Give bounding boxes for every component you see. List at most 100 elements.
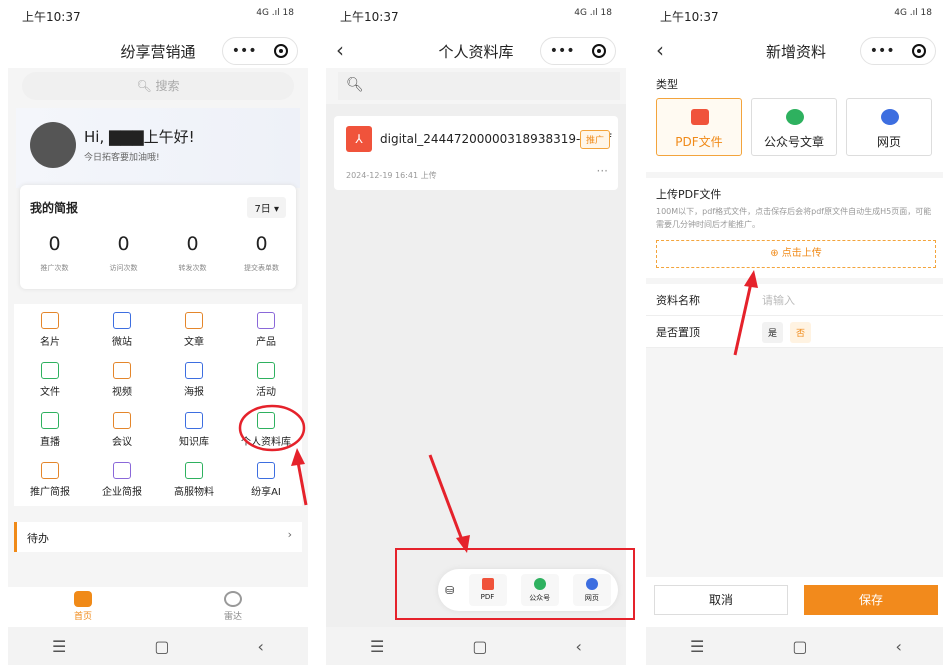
signal-icon: 4G .ıl 18 — [256, 8, 294, 18]
stat-item[interactable]: 0 提交表单数 — [232, 233, 292, 274]
promote-tag[interactable]: 推广 — [579, 130, 610, 149]
grid-item-company-report[interactable]: 企业简报 — [86, 460, 158, 500]
stat-item[interactable]: 0 转发次数 — [163, 233, 223, 274]
more-icon[interactable]: ••• — [232, 43, 257, 59]
search-input[interactable]: 🔍︎ — [338, 72, 620, 100]
cancel-button[interactable]: 取消 — [654, 585, 788, 615]
grid-label: 活动 — [256, 387, 276, 398]
phone-icon — [113, 312, 131, 329]
grid-label: 视频 — [112, 387, 132, 398]
page-title: 个人资料库 — [438, 42, 514, 61]
globe-icon — [881, 109, 899, 125]
status-time: 上午10:37 — [22, 10, 81, 24]
type-pdf-button[interactable]: PDF文件 — [656, 98, 742, 156]
menu-icon[interactable]: ☰ — [690, 637, 704, 656]
upload-button[interactable]: ⊕ 点击上传 — [656, 240, 936, 268]
grid-label: 会议 — [112, 437, 132, 448]
mini-program-capsule[interactable]: ••• — [540, 37, 616, 65]
tab-home[interactable]: 首页 — [73, 591, 92, 627]
more-icon[interactable]: ••• — [550, 43, 575, 59]
grid-label: 企业简报 — [102, 487, 142, 498]
wechat-icon — [786, 109, 804, 125]
meeting-icon — [113, 412, 131, 429]
more-icon[interactable]: ··· — [597, 164, 608, 178]
grid-item-event[interactable]: 活动 — [230, 360, 302, 400]
stat-label: 推广次数 — [40, 264, 69, 272]
type-label: 类型 — [656, 78, 678, 91]
grid-item-file[interactable]: 文件 — [14, 360, 86, 400]
type-section: 类型 PDF文件 公众号文章 网页 — [646, 68, 943, 172]
back-icon[interactable]: ‹ — [656, 38, 664, 62]
grid-item-poster[interactable]: 海报 — [158, 360, 230, 400]
more-icon[interactable]: ••• — [870, 43, 895, 59]
grid-label: 名片 — [40, 337, 60, 348]
pin-yes-option[interactable]: 是 — [762, 322, 784, 343]
system-nav-bar: ☰ ▢ ‹ — [646, 627, 943, 665]
type-web-button[interactable]: 网页 — [846, 98, 932, 156]
grid-item-knowledge[interactable]: 知识库 — [158, 410, 230, 450]
grid-item-video[interactable]: 视频 — [86, 360, 158, 400]
back-icon[interactable]: ‹ — [336, 38, 344, 62]
tab-bar: 首页 雷达 — [8, 587, 308, 627]
close-target-icon[interactable] — [912, 44, 927, 58]
grid-label: 高服物料 — [174, 487, 214, 498]
menu-icon[interactable]: ☰ — [370, 637, 384, 656]
chevron-right-icon: › — [287, 528, 292, 541]
grid-item-article[interactable]: 文章 — [158, 310, 230, 350]
save-button[interactable]: 保存 — [804, 585, 938, 615]
upload-hint: 100M以下，pdf格式文件，点击保存后会将pdf原文件自动生成H5页面，可能需… — [656, 207, 932, 229]
grid-item-ai[interactable]: 纷享AI — [230, 460, 302, 500]
name-field-row: 资料名称 请输入 — [646, 284, 943, 316]
file-card[interactable]: ⅄ digital_24447200000318938319-1.pdf 推广 … — [334, 116, 618, 190]
avatar[interactable] — [30, 122, 76, 168]
back-nav-icon[interactable]: ‹ — [896, 637, 902, 656]
report-card: 我的简报 7日 ▾ 0 推广次数 0 访问次数 0 转发次数 0 提交表单数 — [20, 185, 296, 289]
range-dropdown[interactable]: 7日 ▾ — [247, 197, 286, 218]
grid-item-promo-report[interactable]: 推广简报 — [14, 460, 86, 500]
search-input[interactable]: 🔍︎ 搜索 — [22, 72, 294, 100]
stat-label: 转发次数 — [178, 264, 207, 272]
system-nav-bar: ☰ ▢ ‹ — [8, 627, 308, 665]
report-icon — [113, 462, 131, 479]
home-icon — [73, 591, 92, 607]
back-nav-icon[interactable]: ‹ — [576, 637, 582, 656]
page-title: 新增资料 — [765, 42, 826, 61]
name-input[interactable]: 请输入 — [762, 292, 795, 308]
grid-item-meeting[interactable]: 会议 — [86, 410, 158, 450]
pdf-icon — [691, 109, 709, 125]
stat-item[interactable]: 0 推广次数 — [25, 233, 85, 274]
page-title: 纷享营销通 — [120, 42, 196, 61]
home-nav-icon[interactable]: ▢ — [154, 637, 169, 656]
todo-row[interactable]: 待办 › — [14, 522, 302, 552]
grid-item-card[interactable]: 名片 — [14, 310, 86, 350]
grid-item-microsite[interactable]: 微站 — [86, 310, 158, 350]
stat-label: 访问次数 — [109, 264, 138, 272]
stat-item[interactable]: 0 访问次数 — [94, 233, 154, 274]
materials-icon — [185, 462, 203, 479]
home-nav-icon[interactable]: ▢ — [472, 637, 487, 656]
box-icon — [257, 312, 275, 329]
type-web-label: 网页 — [876, 135, 901, 149]
grid-item-live[interactable]: 直播 — [14, 410, 86, 450]
home-nav-icon[interactable]: ▢ — [792, 637, 807, 656]
type-wechat-button[interactable]: 公众号文章 — [751, 98, 837, 156]
mini-program-capsule[interactable]: ••• — [222, 37, 298, 65]
close-target-icon[interactable] — [592, 44, 607, 58]
mini-program-capsule[interactable]: ••• — [860, 37, 936, 65]
title-bar: ‹ 个人资料库 ••• — [326, 34, 626, 68]
grid-label: 推广简报 — [30, 487, 70, 498]
menu-icon[interactable]: ☰ — [52, 637, 66, 656]
close-target-icon[interactable] — [274, 44, 289, 58]
status-bar: 上午10:37 4G .ıl 18 — [326, 0, 626, 34]
grid-item-personal-library[interactable]: 个人资料库 — [230, 410, 302, 450]
stat-value: 0 — [255, 233, 268, 255]
search-placeholder: 搜索 — [155, 79, 180, 93]
grid-label: 直播 — [40, 437, 60, 448]
tab-radar[interactable]: 雷达 — [223, 591, 242, 627]
pin-no-option[interactable]: 否 — [790, 322, 812, 343]
status-bar: 上午10:37 4G .ıl 18 — [646, 0, 943, 34]
grid-item-product[interactable]: 产品 — [230, 310, 302, 350]
grid-item-materials[interactable]: 高服物料 — [158, 460, 230, 500]
back-nav-icon[interactable]: ‹ — [258, 637, 264, 656]
type-pdf-label: PDF文件 — [675, 135, 723, 149]
